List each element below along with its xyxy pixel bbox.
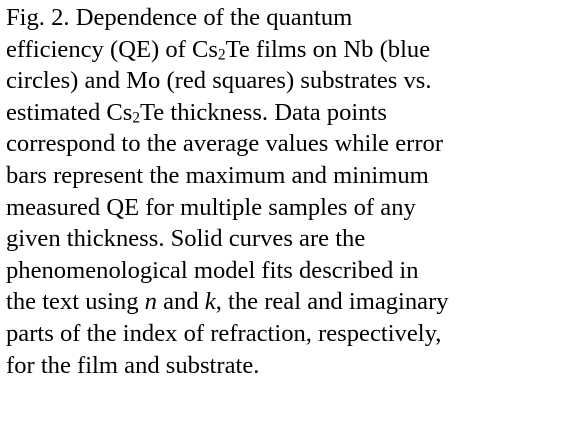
caption-text: measured QE for multiple samples of any [6,193,416,221]
caption-line: Fig. 2. Dependence of the quantum [6,2,578,34]
caption-subscript: 2 [132,109,140,127]
caption-italic: n [144,288,157,316]
caption-text: parts of the index of refraction, respec… [6,319,442,347]
caption-text: Te thickness. Data points [140,98,387,126]
caption-line: parts of the index of refraction, respec… [6,318,578,350]
caption-text: , the real and imaginary [215,288,449,316]
caption-line: correspond to the average values while e… [6,128,578,160]
caption-text: correspond to the average values while e… [6,130,444,158]
caption-subscript: 2 [217,46,226,64]
caption-text: phenomenological model fits described in [6,256,419,284]
caption-text: for the film and substrate. [6,351,260,379]
caption-text: Fig. 2. Dependence of the quantum [6,4,353,31]
caption-text: efficiency (QE) of Cs [6,35,218,63]
caption-text: circles) and Mo (red squares) substrates… [6,67,432,95]
caption-line: the text using n and k, the real and ima… [6,286,578,318]
caption-line: given thickness. Solid curves are the [6,223,578,255]
caption-line: measured QE for multiple samples of any [6,192,578,224]
caption-text: Te films on Nb (blue [225,35,431,63]
caption-text: estimated Cs [6,98,133,126]
caption-line: circles) and Mo (red squares) substrates… [6,65,578,97]
caption-line: estimated Cs2Te thickness. Data points [6,97,578,129]
caption-line: bars represent the maximum and minimum [6,160,578,192]
caption-text: given thickness. Solid curves are the [6,225,366,253]
caption-italic: k [204,288,216,316]
figure-caption: Fig. 2. Dependence of the quantum efficie… [6,2,578,381]
caption-text: the text using [6,288,145,316]
caption-line: phenomenological model fits described in [6,255,578,287]
caption-line: efficiency (QE) of Cs2Te films on Nb (bl… [6,34,578,66]
caption-text: and [156,288,205,316]
caption-line: for the film and substrate. [6,350,578,382]
caption-text: bars represent the maximum and minimum [6,161,429,189]
